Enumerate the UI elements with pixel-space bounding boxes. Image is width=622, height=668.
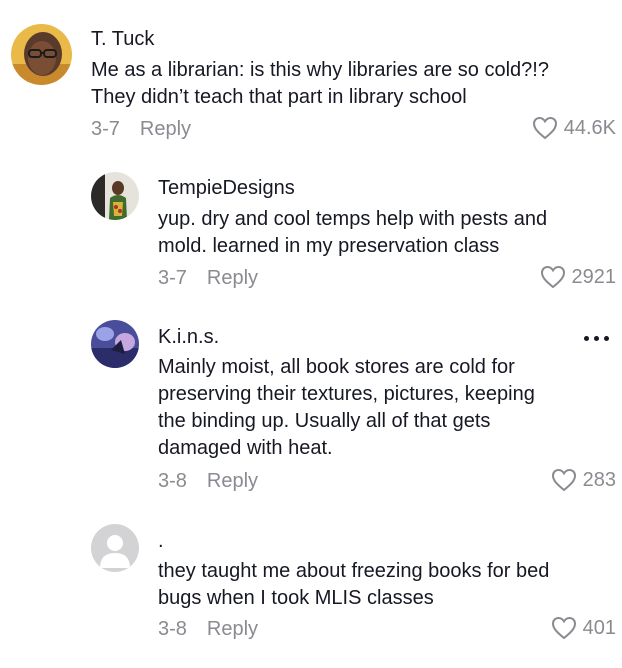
comment-avatar[interactable] bbox=[91, 172, 139, 220]
comment-avatar[interactable] bbox=[11, 24, 72, 85]
comment-meta: 3-7 Reply bbox=[158, 267, 258, 290]
like-button[interactable]: 401 bbox=[551, 616, 616, 640]
comment-avatar[interactable] bbox=[91, 524, 139, 572]
comment-text: they taught me about freezing books for … bbox=[158, 558, 549, 612]
comment-text-line: They didn’t teach that part in library s… bbox=[91, 86, 467, 108]
comment-text-line: Mainly moist, all book stores are cold f… bbox=[158, 356, 515, 378]
comment-text: Mainly moist, all book stores are cold f… bbox=[158, 354, 535, 462]
like-count: 401 bbox=[582, 616, 616, 639]
reply-button[interactable]: Reply bbox=[207, 618, 258, 640]
comment-text-line: mold. learned in my preservation class bbox=[158, 235, 500, 257]
comment-text: yup. dry and cool temps help with pests … bbox=[158, 206, 547, 260]
avatar-image bbox=[11, 24, 72, 85]
reply-button[interactable]: Reply bbox=[207, 267, 258, 289]
comment-text-line: bugs when I took MLIS classes bbox=[158, 587, 434, 609]
comment-meta: 3-8 Reply bbox=[158, 618, 258, 641]
more-options-icon[interactable] bbox=[584, 336, 609, 341]
default-avatar-icon bbox=[91, 524, 139, 572]
comment-meta: 3-8 Reply bbox=[158, 470, 258, 493]
comment-username[interactable]: T. Tuck bbox=[91, 28, 154, 51]
comment-text: Me as a librarian: is this why libraries… bbox=[91, 57, 549, 111]
comment-text-line: they taught me about freezing books for … bbox=[158, 560, 550, 582]
reply-button[interactable]: Reply bbox=[207, 470, 258, 492]
comment-username[interactable]: . bbox=[158, 530, 164, 553]
like-button[interactable]: 283 bbox=[551, 468, 616, 492]
comment-date: 3-8 bbox=[158, 470, 187, 492]
comment-username[interactable]: K.i.n.s. bbox=[158, 326, 219, 349]
heart-outline-icon bbox=[532, 116, 557, 140]
comment-text-line: damaged with heat. bbox=[158, 437, 333, 459]
like-count: 44.6K bbox=[563, 116, 616, 139]
heart-outline-icon bbox=[551, 616, 576, 640]
avatar-image bbox=[91, 172, 139, 220]
comment-date: 3-7 bbox=[158, 267, 187, 289]
heart-outline-icon bbox=[551, 468, 576, 492]
like-button[interactable]: 44.6K bbox=[532, 116, 616, 140]
like-count: 2921 bbox=[571, 265, 617, 288]
comment-meta: 3-7 Reply bbox=[91, 118, 191, 141]
comment-username[interactable]: TempieDesigns bbox=[158, 177, 295, 200]
comment-text-line: yup. dry and cool temps help with pests … bbox=[158, 208, 548, 230]
comment-text-line: the binding up. Usually all of that gets bbox=[158, 410, 491, 432]
comment-text-line: Me as a librarian: is this why libraries… bbox=[91, 59, 549, 81]
reply-button[interactable]: Reply bbox=[140, 118, 191, 140]
avatar-image bbox=[91, 320, 139, 368]
like-button[interactable]: 2921 bbox=[540, 265, 617, 289]
comment-text-line: preserving their textures, pictures, kee… bbox=[158, 383, 535, 405]
heart-outline-icon bbox=[540, 265, 565, 289]
comment-date: 3-8 bbox=[158, 618, 187, 640]
comment-avatar[interactable] bbox=[91, 320, 139, 368]
like-count: 283 bbox=[582, 468, 616, 491]
comment-date: 3-7 bbox=[91, 118, 120, 140]
